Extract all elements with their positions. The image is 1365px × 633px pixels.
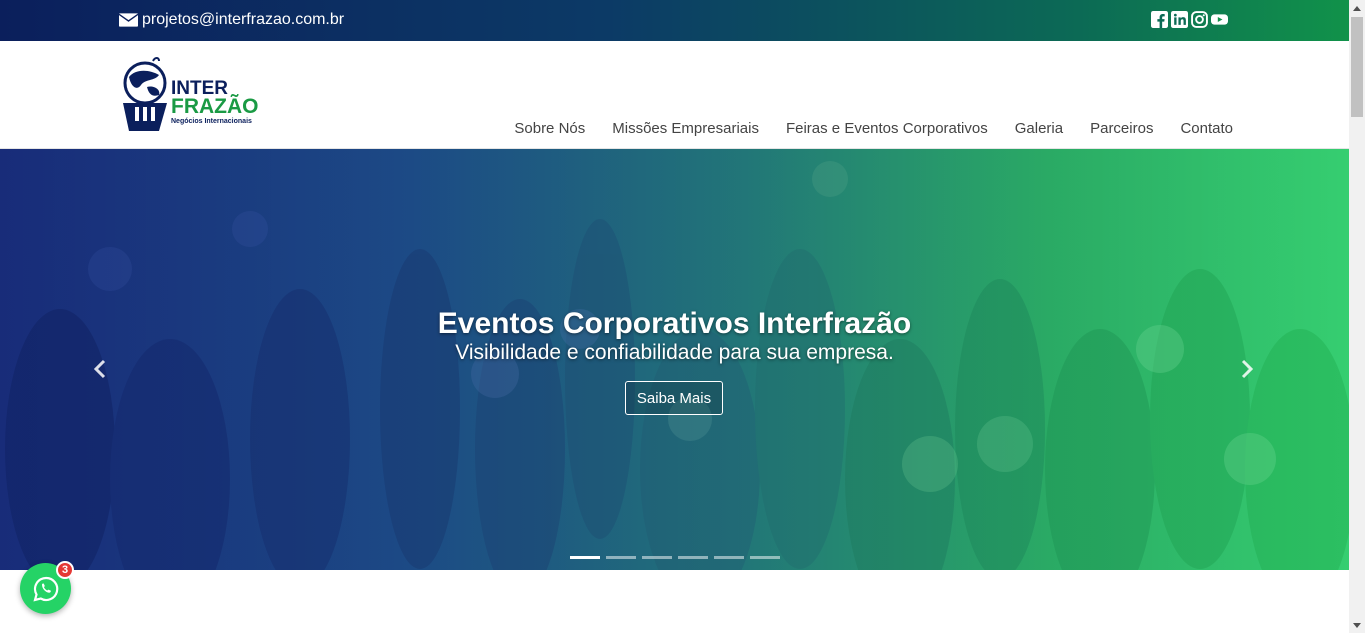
nav-item-sobre-nos[interactable]: Sobre Nós — [514, 120, 585, 137]
nav-item-contato[interactable]: Contato — [1180, 120, 1233, 137]
hero-carousel: Eventos Corporativos Interfrazão Visibil… — [0, 149, 1349, 570]
carousel-indicator[interactable] — [642, 556, 672, 559]
chevron-right-icon — [1241, 359, 1254, 379]
carousel-next-button[interactable] — [1237, 354, 1257, 384]
whatsapp-icon — [32, 576, 58, 602]
nav-item-galeria[interactable]: Galeria — [1015, 120, 1063, 137]
page: projetos@interfrazao.com.br INTER FRAZÃO… — [0, 0, 1365, 633]
saiba-mais-button[interactable]: Saiba Mais — [625, 381, 723, 415]
carousel-prev-button[interactable] — [90, 354, 110, 384]
logo-text-frazao: FRAZÃO — [171, 95, 259, 118]
linkedin-icon[interactable] — [1171, 11, 1188, 28]
page-scrollbar[interactable] — [1349, 0, 1365, 633]
nav-item-parceiros[interactable]: Parceiros — [1090, 120, 1153, 137]
logo-tagline: Negócios Internacionais — [171, 118, 252, 125]
notification-badge: 3 — [56, 561, 74, 579]
whatsapp-button[interactable]: 3 — [20, 561, 74, 614]
site-header: INTER FRAZÃO Negócios Internacionais Sob… — [0, 41, 1349, 149]
youtube-icon[interactable] — [1211, 11, 1228, 28]
social-links — [1151, 11, 1228, 28]
carousel-indicator[interactable] — [750, 556, 780, 559]
logo[interactable]: INTER FRAZÃO Negócios Internacionais — [119, 55, 259, 135]
instagram-icon[interactable] — [1191, 11, 1208, 28]
email-link[interactable]: projetos@interfrazao.com.br — [119, 11, 344, 29]
scroll-up-arrow-icon[interactable] — [1349, 0, 1365, 16]
chevron-left-icon — [93, 359, 106, 379]
hero-subtitle: Visibilidade e confiabilidade para sua e… — [455, 341, 894, 364]
carousel-indicator[interactable] — [570, 556, 600, 559]
nav-item-missoes[interactable]: Missões Empresariais — [612, 120, 759, 137]
top-bar: projetos@interfrazao.com.br — [0, 0, 1349, 41]
email-text: projetos@interfrazao.com.br — [142, 11, 345, 28]
nav-item-feiras-eventos[interactable]: Feiras e Eventos Corporativos — [786, 120, 988, 137]
scrollbar-thumb[interactable] — [1351, 17, 1363, 117]
carousel-indicator[interactable] — [606, 556, 636, 559]
envelope-icon — [119, 13, 138, 27]
globe-ship-icon — [123, 57, 167, 131]
main-nav: Sobre Nós Missões Empresariais Feiras e … — [514, 120, 1233, 137]
scroll-down-arrow-icon[interactable] — [1349, 617, 1365, 633]
facebook-icon[interactable] — [1151, 11, 1168, 28]
carousel-indicators — [570, 556, 780, 559]
hero-title: Eventos Corporativos Interfrazão — [437, 307, 912, 340]
carousel-indicator[interactable] — [678, 556, 708, 559]
carousel-indicator[interactable] — [714, 556, 744, 559]
